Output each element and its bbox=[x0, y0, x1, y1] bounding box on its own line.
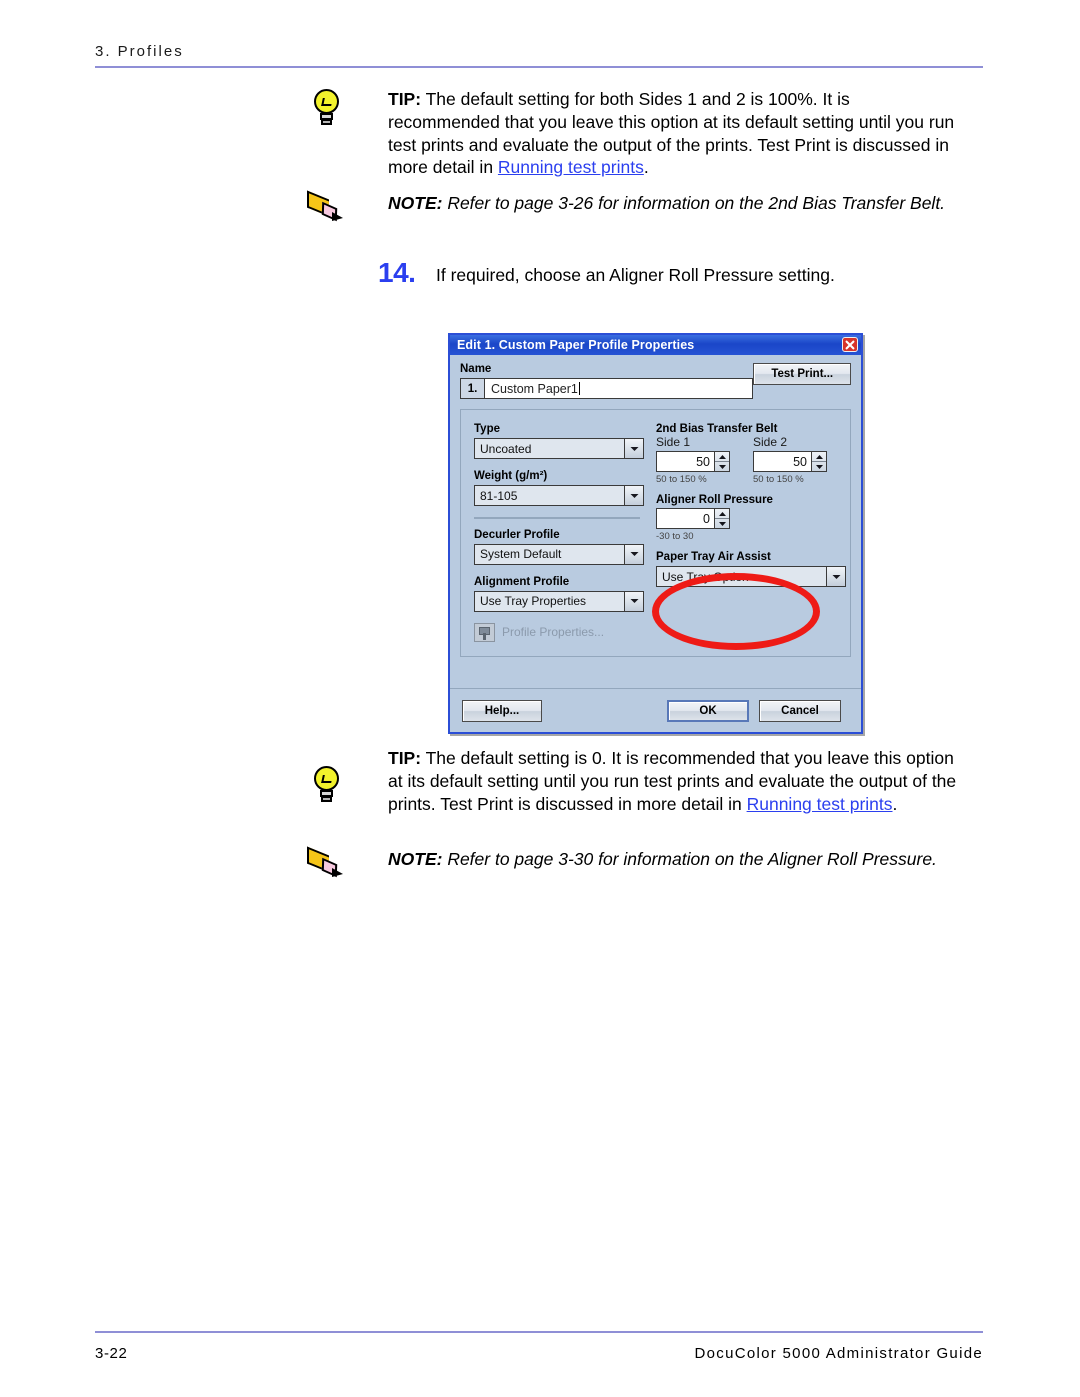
side1-label: Side 1 bbox=[656, 435, 691, 449]
settings-right-column: 2nd Bias Transfer Belt Side 1 50 50 to 1… bbox=[644, 410, 856, 656]
ok-button[interactable]: OK bbox=[667, 699, 749, 722]
spinner-up-icon[interactable] bbox=[715, 509, 729, 519]
pencil-icon bbox=[305, 846, 363, 900]
tip-bottom-tail: . bbox=[892, 793, 898, 814]
tip-top-lead: TIP: bbox=[388, 89, 422, 109]
profile-properties-label: Profile Properties... bbox=[502, 625, 605, 639]
weight-value: 81-105 bbox=[480, 488, 518, 503]
aligner-roll-pressure-group: Aligner Roll Pressure 0 -30 to 30 bbox=[656, 494, 846, 542]
side1-range: 50 to 150 % bbox=[656, 474, 707, 485]
lightbulb-icon bbox=[310, 765, 368, 817]
step-text: If required, choose an Aligner Roll Pres… bbox=[436, 265, 835, 285]
dialog-body: Name 1. Custom Paper1 Test Print... Type… bbox=[450, 355, 861, 657]
text-caret bbox=[578, 382, 580, 395]
dialog-footer: Help... OK Cancel bbox=[450, 688, 861, 732]
name-label: Name bbox=[460, 363, 492, 375]
settings-groupbox: Type Uncoated Weight (g/m²) 81-105 Decur… bbox=[460, 409, 851, 657]
note-top-lead: NOTE: bbox=[388, 193, 443, 213]
tip-bottom-lead: TIP: bbox=[388, 748, 422, 768]
step-number: 14. bbox=[378, 257, 416, 288]
side2-value: 50 bbox=[753, 451, 812, 472]
close-icon[interactable] bbox=[842, 337, 858, 352]
help-button[interactable]: Help... bbox=[462, 699, 542, 722]
tip-bottom-text: TIP: The default setting is 0. It is rec… bbox=[388, 747, 958, 815]
section-divider bbox=[474, 517, 640, 519]
tip-top-body: The default setting for both Sides 1 and… bbox=[388, 89, 955, 178]
note-bottom-lead: NOTE: bbox=[388, 849, 443, 869]
side1-group: Side 1 50 50 to 150 % bbox=[656, 435, 730, 485]
bias-transfer-belt-label: 2nd Bias Transfer Belt bbox=[656, 423, 778, 435]
side2-spinner-buttons[interactable] bbox=[812, 451, 827, 472]
type-label: Type bbox=[474, 423, 500, 435]
paper-tray-air-assist-group: Paper Tray Air Assist Use Tray Option bbox=[656, 551, 846, 587]
weight-label: Weight (g/m²) bbox=[474, 470, 548, 482]
aligner-roll-pressure-value: 0 bbox=[656, 508, 715, 529]
name-index: 1. bbox=[461, 379, 485, 398]
test-print-button[interactable]: Test Print... bbox=[753, 363, 851, 385]
note-bottom-body: Refer to page 3-30 for information on th… bbox=[442, 849, 937, 869]
lightbulb-icon bbox=[310, 88, 368, 140]
running-test-prints-link-top[interactable]: Running test prints bbox=[498, 157, 644, 177]
dialog-titlebar[interactable]: Edit 1. Custom Paper Profile Properties bbox=[450, 335, 861, 355]
tip-top-tail: . bbox=[643, 157, 649, 178]
aligner-roll-pressure-spinner[interactable]: 0 bbox=[656, 508, 730, 529]
spinner-down-icon[interactable] bbox=[715, 519, 729, 528]
decurler-profile-value: System Default bbox=[480, 547, 562, 561]
weight-dropdown[interactable]: 81-105 bbox=[474, 485, 644, 506]
chapter-title: 3. Profiles bbox=[95, 43, 184, 60]
spinner-up-icon[interactable] bbox=[715, 452, 729, 462]
cancel-button[interactable]: Cancel bbox=[759, 699, 841, 722]
side1-spinner[interactable]: 50 bbox=[656, 451, 730, 472]
paper-tray-air-assist-dropdown[interactable]: Use Tray Option bbox=[656, 566, 846, 587]
side2-range: 50 to 150 % bbox=[753, 474, 804, 485]
profile-properties-row: Profile Properties... bbox=[474, 622, 644, 642]
spinner-up-icon[interactable] bbox=[812, 452, 826, 462]
page-number: 3-22 bbox=[95, 1345, 128, 1362]
note-bottom-text: NOTE: Refer to page 3-30 for information… bbox=[388, 848, 958, 871]
chevron-down-icon bbox=[826, 567, 845, 586]
alignment-profile-dropdown[interactable]: Use Tray Properties bbox=[474, 590, 644, 612]
footer-rule bbox=[95, 1331, 983, 1333]
side2-spinner[interactable]: 50 bbox=[753, 451, 827, 472]
aligner-spinner-buttons[interactable] bbox=[715, 508, 730, 529]
name-input-value: Custom Paper1 bbox=[491, 381, 578, 396]
paper-tray-air-assist-label: Paper Tray Air Assist bbox=[656, 551, 771, 563]
note-top-body: Refer to page 3-26 for information on th… bbox=[442, 193, 946, 213]
profile-properties-icon bbox=[474, 622, 495, 642]
chevron-down-icon bbox=[624, 439, 643, 458]
name-input[interactable]: 1. Custom Paper1 bbox=[460, 378, 754, 399]
type-value: Uncoated bbox=[480, 441, 532, 456]
side1-value: 50 bbox=[656, 451, 715, 472]
aligner-roll-pressure-range: -30 to 30 bbox=[656, 531, 694, 542]
alignment-profile-label: Alignment Profile bbox=[474, 575, 570, 588]
page-footer: 3-22 DocuColor 5000 Administrator Guide bbox=[95, 1345, 983, 1362]
running-test-prints-link-bottom[interactable]: Running test prints bbox=[747, 794, 893, 814]
belt-sides-row: Side 1 50 50 to 150 % Side 2 50 50 to 15… bbox=[656, 435, 846, 485]
page-header: 3. Profiles bbox=[95, 43, 985, 60]
guide-title: DocuColor 5000 Administrator Guide bbox=[694, 1345, 983, 1362]
decurler-profile-dropdown[interactable]: System Default bbox=[474, 543, 644, 565]
tip-top-text: TIP: The default setting for both Sides … bbox=[388, 88, 958, 179]
type-dropdown[interactable]: Uncoated bbox=[474, 438, 644, 459]
pencil-icon bbox=[305, 190, 363, 244]
spinner-down-icon[interactable] bbox=[715, 462, 729, 471]
custom-paper-profile-dialog[interactable]: Edit 1. Custom Paper Profile Properties … bbox=[448, 333, 863, 734]
note-top-text: NOTE: Refer to page 3-26 for information… bbox=[388, 192, 958, 215]
side2-group: Side 2 50 50 to 150 % bbox=[753, 435, 827, 485]
chevron-down-icon bbox=[624, 544, 643, 564]
spinner-down-icon[interactable] bbox=[812, 462, 826, 471]
decurler-profile-label: Decurler Profile bbox=[474, 528, 560, 541]
paper-tray-air-assist-value: Use Tray Option bbox=[662, 569, 749, 584]
settings-left-column: Type Uncoated Weight (g/m²) 81-105 Decur… bbox=[461, 410, 644, 656]
header-rule bbox=[95, 66, 983, 68]
dialog-title: Edit 1. Custom Paper Profile Properties bbox=[457, 338, 695, 352]
chevron-down-icon bbox=[624, 486, 643, 505]
aligner-roll-pressure-label: Aligner Roll Pressure bbox=[656, 494, 773, 506]
name-row: Name 1. Custom Paper1 Test Print... bbox=[460, 363, 851, 399]
side1-spinner-buttons[interactable] bbox=[715, 451, 730, 472]
chevron-down-icon bbox=[624, 591, 643, 611]
alignment-profile-value: Use Tray Properties bbox=[480, 594, 587, 608]
side2-label: Side 2 bbox=[753, 435, 788, 449]
